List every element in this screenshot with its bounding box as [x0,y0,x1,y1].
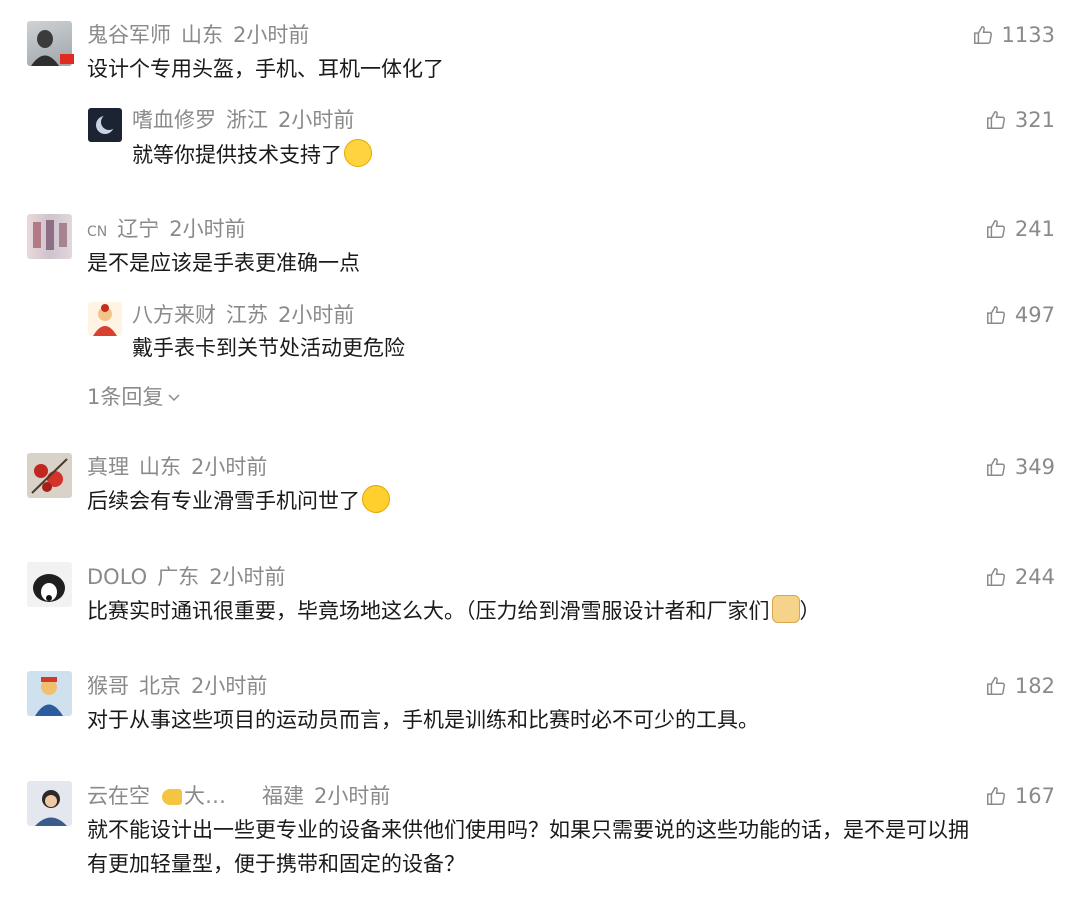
like-button[interactable]: 167 [985,783,1055,809]
avatar[interactable] [27,562,72,607]
region: 山东 [181,23,223,47]
avatar[interactable] [27,214,72,259]
user-name[interactable]: CN [87,224,107,240]
user-name[interactable]: 真理 [87,455,129,479]
comment-text: 就不能设计出一些更专业的设备来供他们使用吗？如果只需要说的这些功能的话，是不是可… [87,818,969,876]
comment-text: 比赛实时通讯很重要，毕竟场地这么大。（压力给到滑雪服设计者和厂家们） [87,594,821,628]
timestamp: 2小时前 [191,455,268,479]
smile-emoji-icon [344,139,372,167]
doge-emoji-icon [771,595,800,623]
thumbs-up-icon [986,568,1005,586]
comment-meta: 八方来财 江苏 2小时前 [132,302,364,328]
user-name[interactable]: 鬼谷军师 [87,23,171,47]
user-name[interactable]: 嗜血修罗 [132,108,216,132]
region: 江苏 [226,303,268,327]
comment-text: 就等你提供技术支持了 [132,138,372,172]
timestamp: 2小时前 [233,23,310,47]
like-button[interactable]: 182 [985,673,1055,699]
region: 北京 [139,674,181,698]
user-name[interactable]: DOLO [87,565,147,589]
chevron-down-icon [168,394,180,402]
like-count: 244 [1014,565,1055,589]
pointing-hand-emoji-icon [162,789,182,805]
like-count: 321 [1014,108,1055,132]
like-count: 167 [1014,784,1055,808]
thumbs-up-icon [986,111,1005,129]
avatar[interactable] [88,302,122,336]
flag-badge [60,54,74,64]
region: 浙江 [226,108,268,132]
timestamp: 2小时前 [314,784,391,808]
region: 辽宁 [117,217,160,241]
region: 广东 [157,565,200,589]
like-count: 497 [1014,303,1055,327]
comment-text: 对于从事这些项目的运动员而言，手机是训练和比赛时必不可少的工具。 [87,708,759,732]
timestamp: 2小时前 [191,674,268,698]
comment-text: 设计个专用头盔，手机、耳机一体化了 [87,57,444,81]
like-button[interactable]: 349 [985,454,1055,480]
comment-text: 是不是应该是手表更准确一点 [87,251,360,275]
comment-text: 戴手表卡到关节处活动更危险 [132,336,405,360]
user-name[interactable]: 八方来财 [132,303,216,327]
avatar[interactable] [27,781,72,826]
like-button[interactable]: 244 [985,564,1055,590]
timestamp: 2小时前 [278,303,355,327]
timestamp: 2小时前 [209,565,286,589]
like-button[interactable]: 1133 [972,22,1055,48]
comment-meta: DOLO 广东 2小时前 [87,564,296,590]
user-name[interactable]: 猴哥 [87,674,129,698]
avatar[interactable] [88,108,122,142]
thumbs-up-icon [986,677,1005,695]
thumbs-up-icon [973,26,992,44]
comment-meta: 嗜血修罗 浙江 2小时前 [132,107,364,133]
like-button[interactable]: 241 [985,216,1055,242]
comment-text: 后续会有专业滑雪手机问世了 [87,484,390,518]
timestamp: 2小时前 [169,217,246,241]
comment-meta: CN 辽宁 2小时前 [87,216,256,245]
like-count: 241 [1014,217,1055,241]
grin-emoji-icon [362,485,390,513]
thumbs-up-icon [986,220,1005,238]
timestamp: 2小时前 [278,108,355,132]
comment-meta: 鬼谷军师 山东 2小时前 [87,22,319,48]
avatar[interactable] [27,453,72,498]
region: 山东 [139,455,181,479]
avatar[interactable] [27,671,72,716]
like-count: 1133 [1001,23,1055,47]
like-button[interactable]: 321 [985,107,1055,133]
comment-meta: 云在空 大… 福建 2小时前 [87,783,400,809]
region: 福建 [262,784,304,808]
comment-meta: 猴哥 北京 2小时前 [87,673,277,699]
user-name[interactable]: 云在空 大… [87,784,236,808]
like-count: 182 [1014,674,1055,698]
more-replies-button[interactable]: 1条回复 [87,384,182,410]
thumbs-up-icon [986,458,1005,476]
thumbs-up-icon [986,306,1005,324]
comment-meta: 真理 山东 2小时前 [87,454,277,480]
like-count: 349 [1014,455,1055,479]
thumbs-up-icon [986,787,1005,805]
like-button[interactable]: 497 [985,302,1055,328]
